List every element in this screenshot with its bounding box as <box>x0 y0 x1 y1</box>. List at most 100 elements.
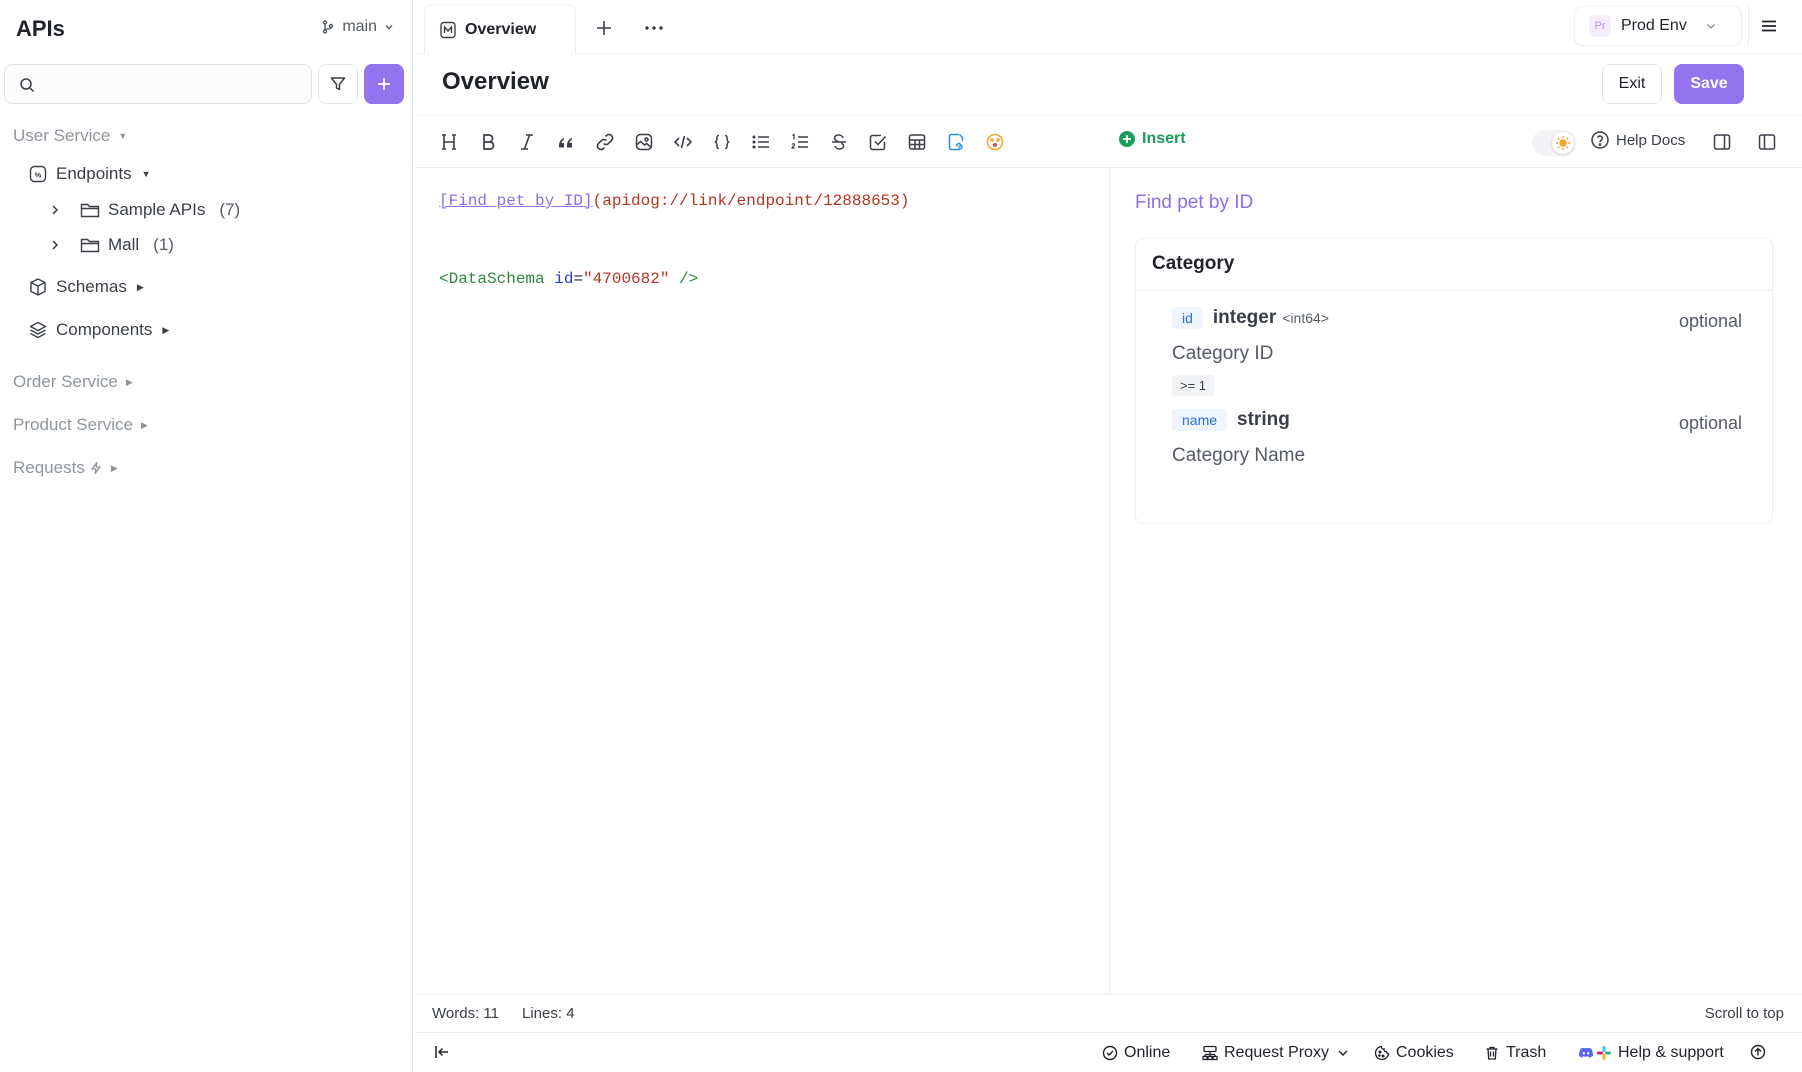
field-format: <int64> <box>1282 310 1329 326</box>
bold-button[interactable] <box>474 128 502 156</box>
trash-button[interactable]: Trash <box>1484 1044 1546 1062</box>
tree-item-schemas[interactable]: Schemas ▶ <box>28 277 144 297</box>
editor-attr-eq: = <box>573 270 584 288</box>
tree-folder-sample-apis[interactable]: Sample APIs (7) <box>48 200 240 220</box>
editor-link-url: (apidog://link/endpoint/12888653) <box>592 192 910 210</box>
proxy-icon <box>1202 1045 1218 1061</box>
caret-down-icon: ▼ <box>118 131 128 141</box>
markdown-preview: Find pet by ID Category id integer <int64>… <box>1111 168 1802 994</box>
tree-item-order-service[interactable]: Order Service ▶ <box>13 372 133 392</box>
help-docs-button[interactable]: Help Docs <box>1590 130 1685 150</box>
schema-card: Category id integer <int64> optional Categ… <box>1135 238 1773 524</box>
arrow-up-circle-icon <box>1750 1044 1766 1060</box>
link-button[interactable] <box>591 128 619 156</box>
schema-field-id: id integer <int64> <box>1172 307 1329 329</box>
page-header: Overview Exit Save <box>414 54 1802 116</box>
tree-item-product-service[interactable]: Product Service ▶ <box>13 415 148 435</box>
folder-count: (1) <box>153 235 174 254</box>
heading-button[interactable] <box>435 128 463 156</box>
request-proxy-label: Request Proxy <box>1224 1044 1329 1061</box>
save-button[interactable]: Save <box>1674 64 1744 104</box>
caret-right-icon: ▶ <box>110 462 118 473</box>
check-circle-icon <box>1102 1045 1118 1061</box>
editor-attr-value: "4700682" <box>583 270 670 288</box>
sun-icon <box>1552 132 1574 154</box>
insert-button[interactable]: Insert <box>1118 130 1186 148</box>
cookie-icon <box>1374 1045 1390 1061</box>
slack-icon <box>1596 1045 1612 1061</box>
table-button[interactable] <box>903 128 931 156</box>
environment-selector[interactable]: Pr Prod Env <box>1574 6 1742 46</box>
search-input[interactable] <box>43 71 303 97</box>
toggle-right-panel-button[interactable] <box>1708 128 1736 156</box>
folder-icon <box>80 236 100 254</box>
scroll-to-top-link[interactable]: Scroll to top <box>1705 1005 1784 1022</box>
chevron-down-icon <box>1335 1045 1351 1061</box>
folder-label: Sample APIs <box>108 200 206 219</box>
image-button[interactable] <box>630 128 658 156</box>
folder-label: Mall <box>108 235 140 254</box>
help-support-label: Help & support <box>1618 1044 1724 1061</box>
theme-toggle[interactable] <box>1532 130 1576 156</box>
bold-icon <box>478 132 498 152</box>
tree-item-requests[interactable]: Requests ▶ <box>13 458 118 478</box>
plus-circle-icon <box>1118 130 1136 148</box>
request-proxy-selector[interactable]: Request Proxy <box>1202 1044 1351 1062</box>
italic-icon <box>517 132 537 152</box>
tree-item-user-service[interactable]: User Service ▼ <box>13 126 127 146</box>
upgrade-button[interactable] <box>1750 1044 1766 1060</box>
panel-right-icon <box>1712 132 1732 152</box>
emoji-button[interactable] <box>981 128 1009 156</box>
toggle-left-panel-button[interactable] <box>1753 128 1781 156</box>
code-block-button[interactable] <box>708 128 736 156</box>
online-status[interactable]: Online <box>1102 1044 1170 1062</box>
main-menu-button[interactable] <box>1748 6 1788 46</box>
preview-endpoint-link[interactable]: Find pet by ID <box>1135 192 1253 214</box>
page-title: Overview <box>442 68 549 95</box>
link-icon <box>595 132 615 152</box>
tree-item-label: Endpoints <box>56 164 132 183</box>
tree-item-label: User Service <box>13 126 111 145</box>
new-tab-button[interactable] <box>592 16 616 40</box>
filter-button[interactable] <box>318 64 358 104</box>
markdown-editor[interactable]: [Find pet by ID](apidog://link/endpoint/… <box>414 168 1110 994</box>
task-list-button[interactable] <box>864 128 892 156</box>
cookies-label: Cookies <box>1396 1044 1454 1061</box>
code-icon <box>673 132 693 152</box>
add-button[interactable] <box>364 64 404 104</box>
collapse-sidebar-button[interactable] <box>434 1044 450 1060</box>
schema-title: Category <box>1136 239 1772 291</box>
strikethrough-button[interactable] <box>825 128 853 156</box>
tree-folder-mall[interactable]: Mall (1) <box>48 235 174 255</box>
more-horizontal-icon <box>644 25 664 31</box>
field-name-badge: name <box>1172 409 1228 431</box>
table-icon <box>907 132 927 152</box>
help-support-button[interactable]: Help & support <box>1578 1044 1724 1062</box>
caret-down-icon: ▼ <box>141 169 151 179</box>
branch-selector[interactable]: main <box>320 18 395 36</box>
italic-button[interactable] <box>513 128 541 156</box>
ordered-list-icon <box>790 132 810 152</box>
ordered-list-button[interactable] <box>786 128 814 156</box>
quote-button[interactable] <box>552 128 580 156</box>
bullet-list-button[interactable] <box>747 128 775 156</box>
field-required-status: optional <box>1678 311 1742 331</box>
api-link-button[interactable] <box>942 128 970 156</box>
tree-item-endpoints[interactable]: % Endpoints ▼ <box>28 164 151 184</box>
field-type: integer <box>1212 307 1277 328</box>
tree-item-components[interactable]: Components ▶ <box>28 320 169 340</box>
tree-item-label: Components <box>56 320 153 339</box>
more-tabs-button[interactable] <box>642 16 666 40</box>
field-type: string <box>1237 409 1290 430</box>
caret-right-icon: ▶ <box>141 419 148 430</box>
tab-overview[interactable]: Overview <box>424 4 576 54</box>
markdown-icon <box>439 21 457 39</box>
word-count: Words: 11 <box>432 1005 499 1022</box>
exit-button[interactable]: Exit <box>1602 64 1662 104</box>
editor-link-text: [Find pet by ID] <box>439 192 593 210</box>
cookies-button[interactable]: Cookies <box>1374 1044 1454 1062</box>
editor-attr-name: id <box>554 270 574 288</box>
emoji-icon <box>985 132 1005 152</box>
code-button[interactable] <box>669 128 697 156</box>
caret-right-icon: ▶ <box>162 324 170 335</box>
